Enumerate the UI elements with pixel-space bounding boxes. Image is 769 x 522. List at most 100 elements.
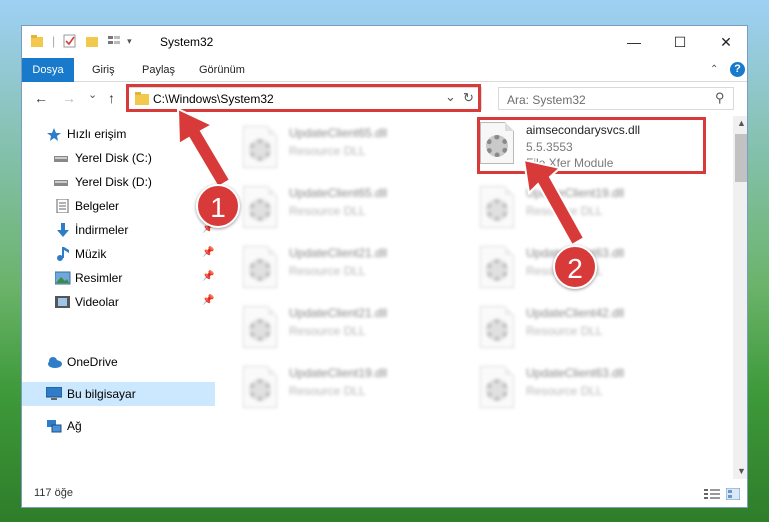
back-button[interactable]: ← — [34, 90, 48, 106]
ribbon-tabs: Dosya Giriş Paylaş Görünüm ⌃ ? — [22, 58, 747, 82]
address-highlight-box — [126, 84, 481, 112]
scroll-up-icon[interactable]: ▲ — [737, 118, 746, 128]
file-item[interactable]: UpdateClient19.dll Resource DLL — [243, 364, 463, 414]
sidebar-item-downloads[interactable]: İndirmeler 📌 — [22, 218, 215, 242]
sidebar-item-label: Yerel Disk (C:) — [75, 151, 152, 165]
search-input[interactable]: Ara: System32 ⚲ — [498, 87, 734, 110]
sidebar-item-label: OneDrive — [67, 355, 118, 369]
document-icon — [56, 199, 69, 213]
file-type: Resource DLL — [289, 204, 366, 218]
file-name: UpdateClient65.dll — [289, 186, 388, 200]
dll-file-icon — [480, 366, 514, 408]
star-icon — [47, 128, 61, 141]
computer-icon — [46, 387, 62, 400]
file-name: UpdateClient21.dll — [289, 306, 388, 320]
navigation-pane: Hızlı erişim Yerel Disk (C:) Yerel Disk … — [22, 116, 215, 479]
dll-file-icon — [480, 186, 514, 228]
file-type: Resource DLL — [289, 264, 366, 278]
customize-toolbar-icon[interactable]: ▾ — [127, 36, 132, 47]
pictures-icon — [55, 271, 71, 285]
pin-icon[interactable]: 📌 — [202, 247, 214, 258]
chevron-up-icon[interactable]: ⌃ — [710, 64, 718, 75]
dll-file-icon — [243, 246, 277, 288]
up-button[interactable]: ↑ — [108, 90, 115, 106]
forward-button[interactable]: → — [62, 90, 76, 106]
maximize-button[interactable]: ☐ — [657, 26, 703, 58]
sidebar-item-label: İndirmeler — [75, 223, 129, 237]
drive-icon — [54, 180, 68, 186]
video-icon — [55, 296, 70, 308]
sidebar-item-quick-access[interactable]: Hızlı erişim — [22, 122, 215, 146]
sidebar-item-label: Resimler — [75, 271, 123, 285]
close-button[interactable]: ✕ — [703, 26, 747, 58]
sidebar-item-label: Ağ — [67, 419, 82, 433]
file-type: Resource DLL — [526, 324, 603, 338]
search-icon[interactable]: ⚲ — [715, 90, 725, 106]
download-icon — [57, 223, 69, 237]
navigation-bar: ← → ⌄ ↑ C:\Windows\System32 ⌄ ↻ Ara: Sys… — [22, 82, 747, 116]
new-folder-icon[interactable] — [85, 34, 99, 48]
pin-icon[interactable]: 📌 — [202, 295, 214, 306]
sidebar-item-onedrive[interactable]: OneDrive — [22, 350, 215, 374]
folder-icon[interactable] — [30, 34, 44, 48]
sidebar-item-disk-c[interactable]: Yerel Disk (C:) — [22, 146, 215, 170]
sidebar-item-this-pc[interactable]: Bu bilgisayar — [22, 382, 215, 406]
file-name: UpdateClient19.dll — [526, 186, 625, 200]
window-title: System32 — [160, 35, 214, 49]
tab-gorunum[interactable]: Görünüm — [199, 58, 245, 82]
file-name: UpdateClient19.dll — [289, 366, 388, 380]
sidebar-item-label: Videolar — [75, 295, 119, 309]
scrollbar-thumb[interactable] — [735, 134, 747, 182]
sidebar-item-network[interactable]: Ağ — [22, 414, 215, 438]
dll-file-icon — [243, 366, 277, 408]
cloud-icon — [48, 357, 62, 368]
sidebar-item-music[interactable]: Müzik 📌 — [22, 242, 215, 266]
search-placeholder: Ara: System32 — [507, 93, 586, 107]
network-icon — [47, 420, 62, 433]
scroll-down-icon[interactable]: ▼ — [737, 466, 746, 476]
dll-file-icon — [243, 126, 277, 168]
file-item[interactable]: UpdateClient42.dll Resource DLL — [480, 304, 700, 354]
tab-dosya[interactable]: Dosya — [22, 58, 74, 82]
file-name: UpdateClient42.dll — [526, 306, 625, 320]
tiles-view-icon[interactable] — [726, 488, 740, 500]
file-name: UpdateClient65.dll — [289, 126, 388, 140]
sidebar-item-label: Belgeler — [75, 199, 120, 213]
properties-icon[interactable] — [63, 34, 77, 48]
sidebar-item-documents[interactable]: Belgeler 📌 — [22, 194, 215, 218]
pin-icon[interactable]: 📌 — [202, 271, 214, 282]
vertical-scrollbar[interactable]: ▲ ▼ — [733, 116, 747, 479]
file-item[interactable]: UpdateClient21.dll Resource DLL — [243, 244, 463, 294]
minimize-button[interactable]: — — [611, 26, 657, 58]
sidebar-item-label: Bu bilgisayar — [67, 387, 136, 401]
file-type: Resource DLL — [289, 324, 366, 338]
sidebar-item-disk-d[interactable]: Yerel Disk (D:) — [22, 170, 215, 194]
details-view-icon[interactable] — [704, 488, 720, 500]
step-1-badge: 1 — [196, 184, 240, 228]
dll-file-icon — [243, 306, 277, 348]
file-name: UpdateClient63.dll — [526, 366, 625, 380]
help-icon[interactable]: ? — [730, 62, 745, 77]
recent-locations-button[interactable]: ⌄ — [88, 88, 97, 101]
file-item[interactable]: UpdateClient19.dll Resource DLL — [480, 184, 700, 234]
music-icon — [57, 247, 69, 261]
view-options-icon[interactable] — [107, 34, 121, 48]
dll-file-icon — [243, 186, 277, 228]
file-type: Resource DLL — [526, 204, 603, 218]
sidebar-item-pictures[interactable]: Resimler 📌 — [22, 266, 215, 290]
file-item[interactable]: UpdateClient21.dll Resource DLL — [243, 304, 463, 354]
status-bar: 117 öğe — [22, 479, 747, 507]
step-2-badge: 2 — [553, 245, 597, 289]
drive-icon — [54, 156, 68, 162]
file-name: UpdateClient21.dll — [289, 246, 388, 260]
file-item[interactable]: UpdateClient65.dll Resource DLL — [243, 124, 463, 174]
sidebar-item-videos[interactable]: Videolar 📌 — [22, 290, 215, 314]
file-item[interactable]: UpdateClient63.dll Resource DLL — [480, 364, 700, 414]
tab-paylas[interactable]: Paylaş — [142, 58, 175, 82]
sidebar-item-label: Müzik — [75, 247, 107, 261]
dll-file-icon — [480, 306, 514, 348]
title-bar: | ▾ System32 — ☐ ✕ — [22, 26, 747, 58]
tab-giris[interactable]: Giriş — [92, 58, 115, 82]
file-item[interactable]: UpdateClient65.dll Resource DLL — [243, 184, 463, 234]
sidebar-item-label: Yerel Disk (D:) — [75, 175, 152, 189]
